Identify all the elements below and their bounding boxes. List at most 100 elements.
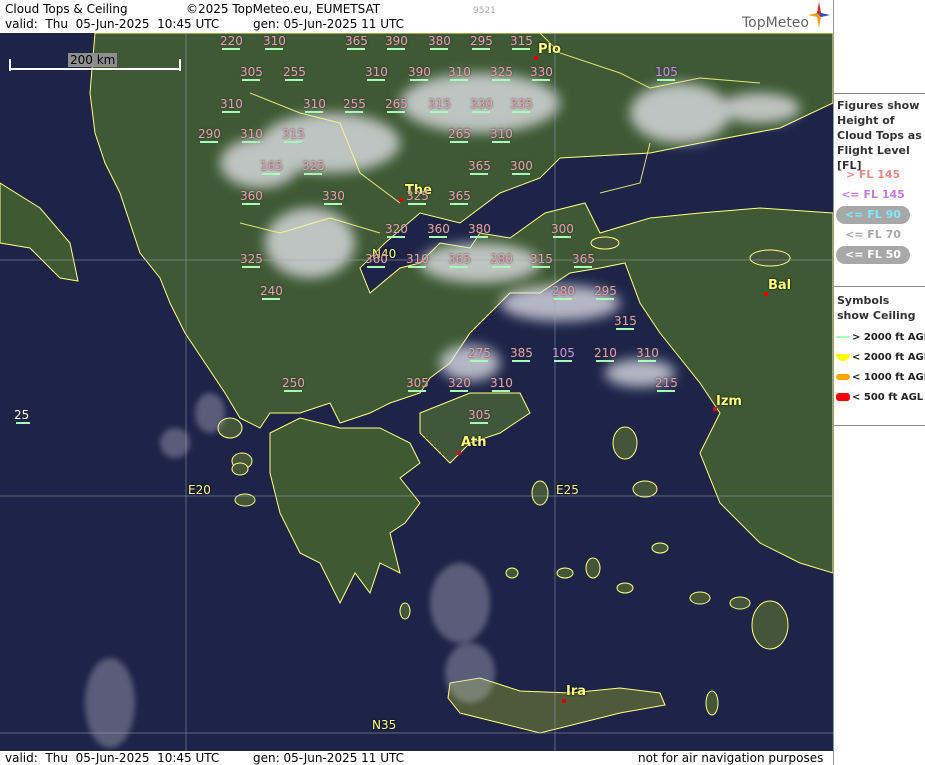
flight-level: 310 (303, 97, 326, 113)
city-marker (562, 699, 566, 703)
city-marker (399, 198, 403, 202)
map-code: 9521 (473, 6, 496, 16)
flight-level: 310 (263, 34, 286, 50)
disclaimer: not for air navigation purposes (638, 751, 824, 765)
flight-level: 310 (490, 127, 513, 143)
grid-label: E25 (556, 483, 579, 497)
flight-level: 365 (572, 252, 595, 268)
flight-level: 305 (240, 65, 263, 81)
legend-level-le90: <= FL 90 (836, 206, 910, 224)
flight-level: 310 (406, 252, 429, 268)
flight-level: 360 (427, 222, 450, 238)
city-label: Plo (538, 42, 561, 57)
flight-level: 360 (240, 189, 263, 205)
flight-level: 315 (428, 97, 451, 113)
header: Cloud Tops & Ceiling valid: Thu 05-Jun-2… (0, 0, 833, 33)
flight-level: 220 (220, 34, 243, 50)
topmeteo-logo: TopMeteo (742, 15, 809, 31)
city-label: Ath (461, 435, 487, 450)
legend-divider (834, 286, 925, 287)
flight-level: 310 (220, 97, 243, 113)
legend-ceiling-gt2000: > 2000 ft AGL (836, 332, 925, 343)
flight-level: 295 (594, 284, 617, 300)
ceiling-bar-icon (836, 336, 850, 338)
flight-level: 325 (302, 159, 325, 175)
flight-level: 25 (14, 408, 30, 424)
flight-level: 295 (470, 34, 493, 50)
flight-level: 310 (636, 346, 659, 362)
legend-level-le70: <= FL 70 (845, 228, 901, 241)
flight-level: 330 (322, 189, 345, 205)
legend-divider (834, 425, 925, 426)
flight-level: 310 (448, 65, 471, 81)
flight-level: 315 (614, 314, 637, 330)
footer-valid-time: valid: Thu 05-Jun-2025 10:45 UTC (5, 751, 220, 765)
legend-ceiling-lt1000: < 1000 ft AGL (836, 372, 925, 383)
flight-level: 365 (448, 189, 471, 205)
generation-time: gen: 05-Jun-2025 11 UTC (253, 17, 405, 31)
legend-ceiling-lt2000: < 2000 ft AGL (836, 352, 925, 363)
flight-level: 315 (282, 127, 305, 143)
flight-level: 105 (655, 65, 678, 81)
legend-level-le50: <= FL 50 (836, 246, 910, 264)
city-marker (457, 451, 461, 455)
copyright: ©2025 TopMeteo.eu, EUMETSAT (186, 2, 381, 16)
flight-level: 280 (552, 284, 575, 300)
flight-level: 305 (406, 376, 429, 392)
ceiling-oval-icon (836, 374, 850, 380)
city-label: Izm (716, 394, 742, 409)
compass-star-icon (808, 2, 830, 28)
satellite-map[interactable]: 200 km Plo The Bal Izm Ath Ira N40 E20 E… (0, 33, 833, 751)
legend-symbols-title: Symbols show Ceiling (837, 294, 916, 322)
grid-label: E20 (188, 483, 211, 497)
flight-level: 365 (468, 159, 491, 175)
flight-level: 215 (655, 376, 678, 392)
flight-level: 165 (260, 159, 283, 175)
flight-level: 380 (468, 222, 491, 238)
flight-level: 360 (365, 252, 388, 268)
flight-level: 240 (260, 284, 283, 300)
flight-level: 330 (470, 97, 493, 113)
flight-level: 105 (552, 346, 575, 362)
flight-level: 335 (510, 97, 533, 113)
flight-level: 300 (551, 222, 574, 238)
flight-level: 310 (365, 65, 388, 81)
flight-level: 265 (385, 97, 408, 113)
legend-ceiling-lt500: < 500 ft AGL (836, 392, 923, 403)
legend-panel: Figures show Height of Cloud Tops as Fli… (833, 0, 925, 765)
flight-level: 255 (283, 65, 306, 81)
flight-level: 380 (428, 34, 451, 50)
flight-level: 320 (448, 376, 471, 392)
legend-level-le145: <= FL 145 (841, 188, 905, 201)
flight-level: 325 (490, 65, 513, 81)
ceiling-semicircle-icon (836, 353, 850, 361)
flight-level: 310 (490, 376, 513, 392)
legend-level-gt145: > FL 145 (845, 168, 901, 181)
flight-level: 320 (385, 222, 408, 238)
valid-time: valid: Thu 05-Jun-2025 10:45 UTC (5, 17, 220, 31)
flight-level: 330 (530, 65, 553, 81)
flight-level: 325 (406, 189, 429, 205)
flight-level: 315 (510, 34, 533, 50)
flight-level: 315 (530, 252, 553, 268)
flight-level: 275 (468, 346, 491, 362)
legend-divider (834, 93, 925, 94)
flight-level: 250 (282, 376, 305, 392)
map-canvas (0, 33, 833, 751)
city-label: Bal (768, 278, 792, 293)
flight-level: 265 (448, 127, 471, 143)
flight-level: 325 (240, 252, 263, 268)
flight-level: 305 (468, 408, 491, 424)
scale-label: 200 km (68, 53, 118, 67)
ceiling-oval-icon (836, 393, 850, 401)
flight-level: 365 (345, 34, 368, 50)
flight-level: 300 (510, 159, 533, 175)
legend-figures-title: Figures show Height of Cloud Tops as Fli… (837, 99, 922, 172)
flight-level: 255 (343, 97, 366, 113)
city-label: Ira (566, 684, 587, 699)
grid-label: N35 (372, 718, 397, 732)
flight-level: 365 (448, 252, 471, 268)
flight-level: 390 (385, 34, 408, 50)
flight-level: 280 (490, 252, 513, 268)
flight-level: 390 (408, 65, 431, 81)
